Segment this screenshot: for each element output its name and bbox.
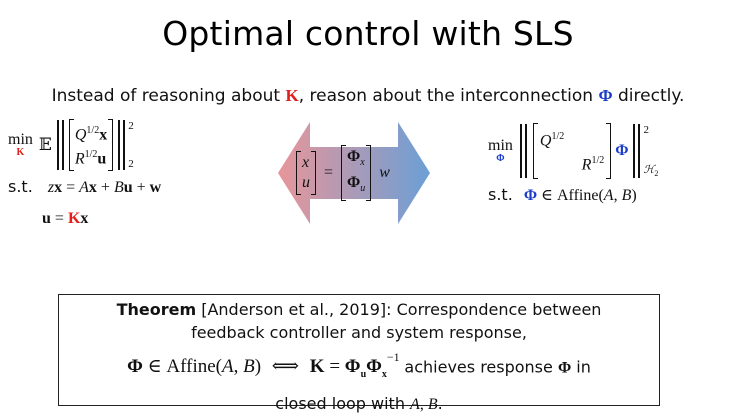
right-weight-matrix: Q1/2 R1/2 [532, 122, 612, 180]
slide-subtitle: Instead of reasoning about K, reason abo… [0, 86, 736, 106]
subtitle-after: directly. [612, 86, 685, 106]
theorem-label: Theorem [116, 300, 197, 319]
left-problem: min K 𝔼 Q1/2x R1/2u 2 2 s.t. zx = Ax + B… [8, 118, 161, 232]
theorem-line-4: closed loop with A, B. [275, 394, 443, 414]
theorem-line-3: Φ ∈ Affine(A, B) ⟺ K = ΦuΦx−1 achieves r… [127, 350, 591, 381]
theorem-citation: [Anderson et al., 2019]: Correspondence … [196, 300, 602, 319]
right-min-operator: min Φ [488, 137, 513, 164]
right-constraint: s.t. Φ ∈ Affine(A, B) [488, 185, 637, 204]
left-cost-matrix: Q1/2x R1/2u [68, 118, 114, 172]
arrow-equation: x u = Φx Φu w [296, 144, 390, 202]
system-response-vector: Φx Φu [341, 144, 372, 202]
subtitle-K: K [285, 86, 299, 105]
state-input-vector: x u [296, 151, 316, 195]
left-constraint-controller: u = Kx [42, 210, 89, 227]
theorem-line-2: feedback controller and system response, [191, 323, 527, 342]
left-objective: min K 𝔼 Q1/2x R1/2u 2 2 [8, 118, 134, 172]
left-min-operator: min K [8, 131, 33, 158]
right-objective-phi: Φ [615, 142, 629, 159]
subtitle-Phi: Φ [598, 86, 613, 105]
theorem-line-1: Theorem [Anderson et al., 2019]: Corresp… [59, 298, 659, 322]
expectation-symbol: 𝔼 [38, 135, 52, 154]
iff-symbol: ⟺ [271, 356, 300, 378]
slide-title: Optimal control with SLS [162, 14, 574, 53]
right-objective: min Φ Q1/2 R1/2 Φ 2 ℋ2 [488, 122, 659, 180]
left-constraint-dynamics: s.t. zx = Ax + Bu + w [8, 177, 162, 196]
theorem-box: Theorem [Anderson et al., 2019]: Corresp… [58, 294, 660, 413]
right-problem: min Φ Q1/2 R1/2 Φ 2 ℋ2 s.t. Φ ∈ Affine(A… [488, 122, 658, 208]
subtitle-middle: , reason about the interconnection [298, 86, 599, 106]
subtitle-before: Instead of reasoning about [51, 86, 286, 106]
